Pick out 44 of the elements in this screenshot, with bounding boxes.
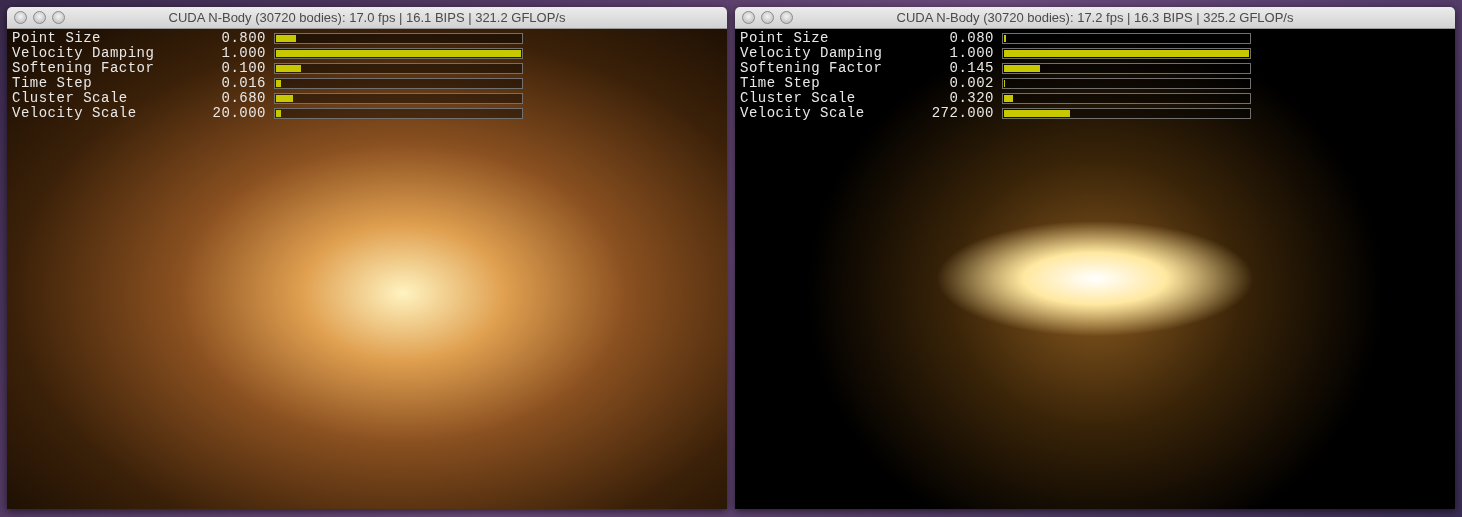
parameter-value: 0.320 xyxy=(948,91,994,106)
parameter-value: 0.016 xyxy=(220,76,266,91)
zoom-button[interactable] xyxy=(52,11,65,24)
parameter-label: Softening Factor xyxy=(740,61,884,76)
parameter-label: Softening Factor xyxy=(12,61,156,76)
slider[interactable] xyxy=(274,78,523,89)
window-title: CUDA N-Body (30720 bodies): 17.0 fps | 16.1 BIPS | 321.2 GFLOP/s xyxy=(168,8,566,27)
parameter-value: 0.145 xyxy=(948,61,994,76)
parameter-label: Time Step xyxy=(12,76,94,91)
parameter-value: 0.080 xyxy=(948,31,994,46)
slider[interactable] xyxy=(1002,63,1251,74)
parameter-value: 0.680 xyxy=(220,91,266,106)
slider[interactable] xyxy=(1002,93,1251,104)
slider[interactable] xyxy=(274,93,523,104)
parameter-value: 272.000 xyxy=(930,106,994,121)
parameter-label: Velocity Scale xyxy=(12,106,138,121)
minimize-button[interactable] xyxy=(33,11,46,24)
parameter-value: 0.100 xyxy=(220,61,266,76)
close-button[interactable] xyxy=(14,11,27,24)
parameter-value: 1.000 xyxy=(220,46,266,61)
close-button[interactable] xyxy=(742,11,755,24)
parameter-label: Time Step xyxy=(740,76,822,91)
slider[interactable] xyxy=(1002,33,1251,44)
window-title: CUDA N-Body (30720 bodies): 17.2 fps | 16.3 BIPS | 325.2 GFLOP/s xyxy=(896,8,1294,27)
parameter-value: 0.800 xyxy=(220,31,266,46)
slider[interactable] xyxy=(274,108,523,119)
parameter-label: Point Size xyxy=(12,31,102,46)
parameter-label: Velocity Damping xyxy=(740,46,884,61)
slider[interactable] xyxy=(274,33,523,44)
parameter-label: Cluster Scale xyxy=(12,91,129,106)
slider[interactable] xyxy=(274,63,523,74)
minimize-button[interactable] xyxy=(761,11,774,24)
parameter-label: Velocity Scale xyxy=(740,106,866,121)
parameter-label: Cluster Scale xyxy=(740,91,857,106)
parameter-value: 0.002 xyxy=(948,76,994,91)
parameter-label: Velocity Damping xyxy=(12,46,156,61)
parameter-value: 1.000 xyxy=(948,46,994,61)
zoom-button[interactable] xyxy=(780,11,793,24)
particle-simulation-view[interactable]: Point Size 0.080 Velocity Damping 1.000 Softening Factor 0.145 Time Step 0.002 Cluster Scale 0.320 Velocity Scale 272.000 xyxy=(735,29,1455,509)
parameter-value: 20.000 xyxy=(211,106,266,121)
slider[interactable] xyxy=(1002,108,1251,119)
parameter-label: Point Size xyxy=(740,31,830,46)
particle-simulation-view[interactable]: Point Size 0.800 Velocity Damping 1.000 Softening Factor 0.100 Time Step 0.016 Cluster Scale 0.680 Velocity Scale 20.000 xyxy=(7,29,727,509)
slider[interactable] xyxy=(1002,78,1251,89)
